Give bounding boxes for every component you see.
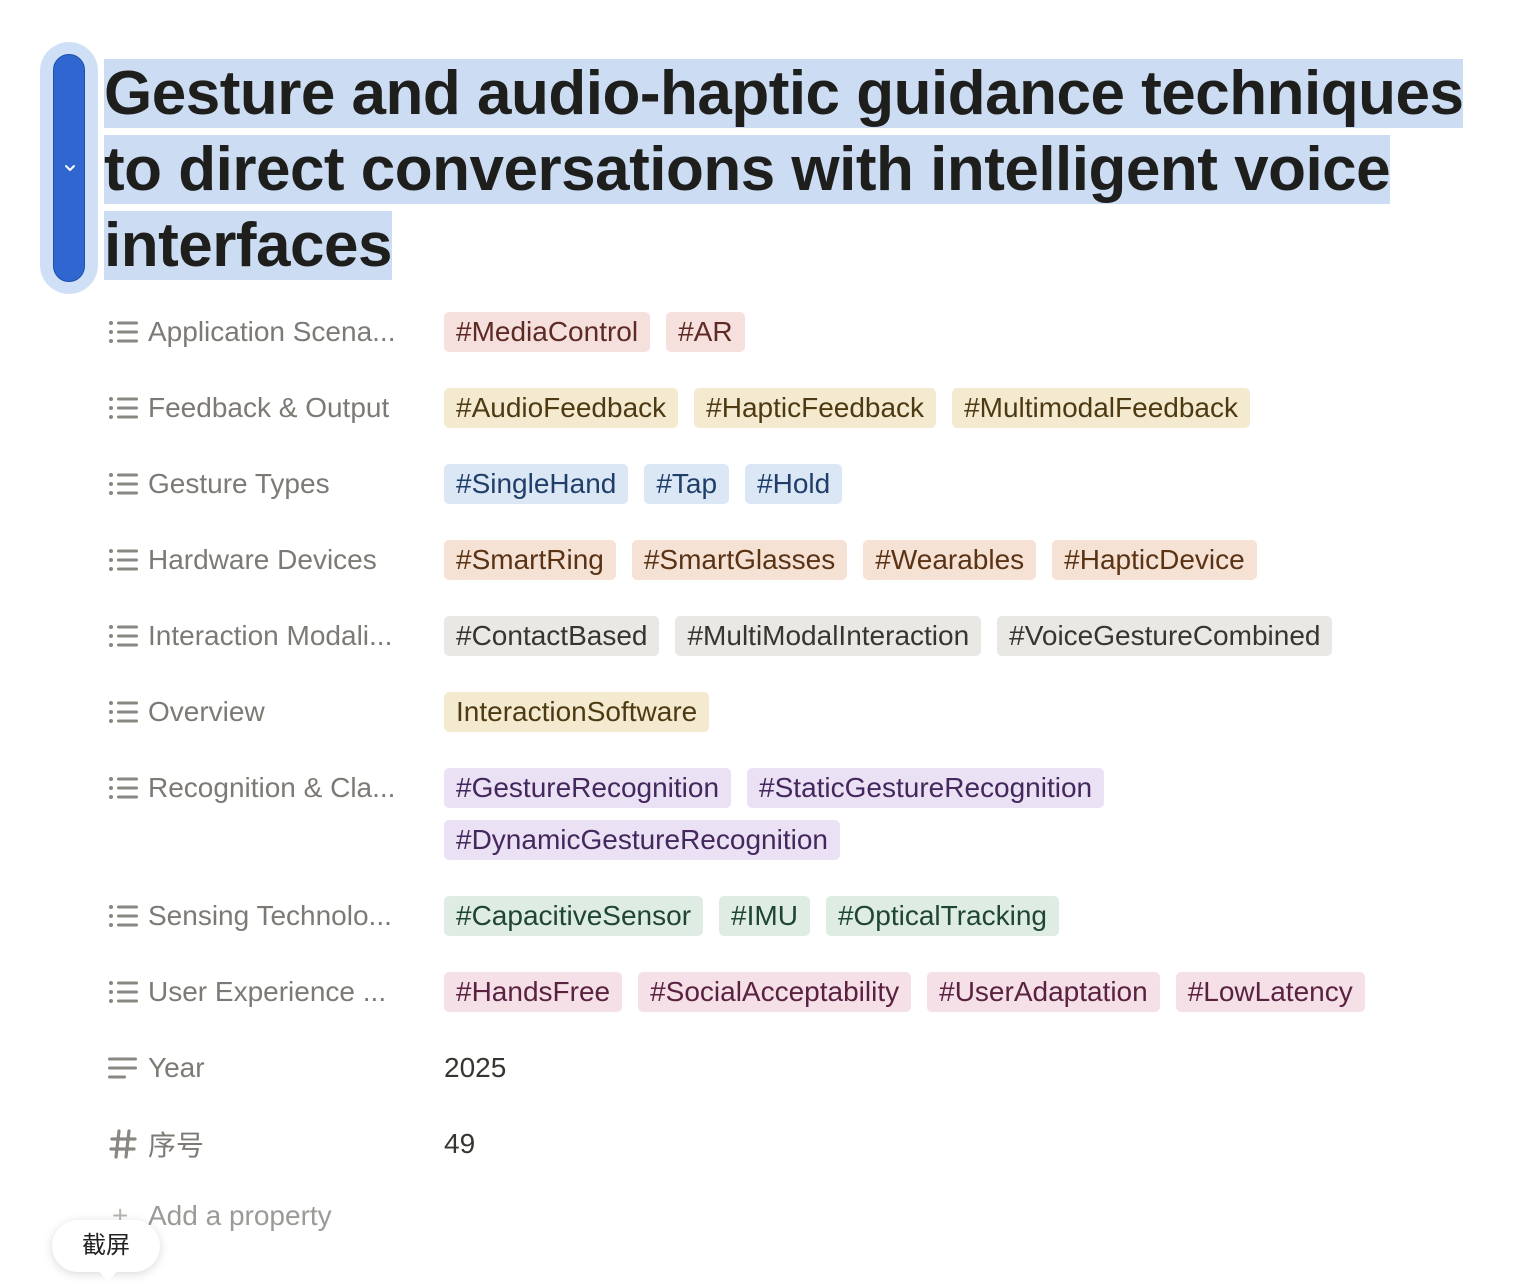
list-icon bbox=[106, 546, 140, 574]
property-label[interactable]: Overview bbox=[106, 692, 444, 732]
list-icon bbox=[106, 774, 140, 802]
properties-panel: Application Scena... #MediaControl #AR Feed… bbox=[106, 312, 1506, 1200]
tag-chip[interactable]: #SmartRing bbox=[444, 540, 616, 580]
tag-chip[interactable]: #Tap bbox=[644, 464, 730, 504]
tag-chip[interactable]: #LowLatency bbox=[1175, 972, 1365, 1012]
list-icon bbox=[106, 622, 140, 650]
tag-chip[interactable]: #AR bbox=[666, 312, 745, 352]
tag-chip[interactable]: #CapacitiveSensor bbox=[444, 896, 704, 936]
tag-chip[interactable]: #IMU bbox=[719, 896, 810, 936]
property-row[interactable]: User Experience ... #HandsFree #SocialAcce… bbox=[106, 972, 1506, 1012]
property-row[interactable]: Interaction Modali... #ContactBased #Multi… bbox=[106, 616, 1506, 656]
tag-chip[interactable]: #SingleHand bbox=[444, 464, 629, 504]
property-label[interactable]: 序号 bbox=[106, 1124, 444, 1164]
tag-chip[interactable]: #AudioFeedback bbox=[444, 388, 679, 428]
property-label[interactable]: Sensing Technolo... bbox=[106, 896, 444, 936]
tag-chip[interactable]: #HapticFeedback bbox=[694, 388, 937, 428]
property-values[interactable]: #MediaControl #AR bbox=[444, 312, 1444, 352]
list-icon bbox=[106, 470, 140, 498]
property-label-text: Gesture Types bbox=[148, 468, 330, 499]
tag-chip[interactable]: #SmartGlasses bbox=[631, 540, 848, 580]
text-lines-icon bbox=[106, 1054, 140, 1082]
property-row[interactable]: Recognition & Cla... #GestureRecognition #… bbox=[106, 768, 1506, 860]
property-value[interactable]: 49 bbox=[444, 1124, 475, 1164]
tag-chip[interactable]: #DynamicGestureRecognition bbox=[444, 820, 840, 860]
tag-chip[interactable]: #MediaControl bbox=[444, 312, 651, 352]
tag-chip[interactable]: #SocialAcceptability bbox=[638, 972, 912, 1012]
tag-chip[interactable]: #GestureRecognition bbox=[444, 768, 732, 808]
tag-chip[interactable]: #OpticalTracking bbox=[825, 896, 1059, 936]
chevron-down-icon bbox=[65, 165, 75, 171]
property-label[interactable]: Feedback & Output bbox=[106, 388, 444, 428]
property-label-text: Sensing Technolo... bbox=[148, 900, 392, 931]
property-row[interactable]: Application Scena... #MediaControl #AR bbox=[106, 312, 1506, 352]
property-values[interactable]: #SingleHand #Tap #Hold bbox=[444, 464, 1444, 504]
collapse-toggle[interactable] bbox=[53, 54, 85, 282]
tag-chip[interactable]: #Hold bbox=[745, 464, 843, 504]
tag-chip[interactable]: #MultimodalFeedback bbox=[952, 388, 1250, 428]
list-icon bbox=[106, 902, 140, 930]
property-label-text: 序号 bbox=[148, 1130, 205, 1161]
list-icon bbox=[106, 318, 140, 346]
tag-chip[interactable]: #MultiModalInteraction bbox=[675, 616, 982, 656]
property-label-text: Hardware Devices bbox=[148, 544, 377, 575]
property-values[interactable]: InteractionSoftware bbox=[444, 692, 1444, 732]
property-values[interactable]: #SmartRing #SmartGlasses #Wearables #Haptic… bbox=[444, 540, 1444, 580]
property-row[interactable]: Sensing Technolo... #CapacitiveSensor #IMU… bbox=[106, 896, 1506, 936]
property-row[interactable]: Overview InteractionSoftware bbox=[106, 692, 1506, 732]
property-label[interactable]: Application Scena... bbox=[106, 312, 444, 352]
page-title-text: Gesture and audio-haptic guidance techni… bbox=[104, 59, 1464, 280]
tag-chip[interactable]: #StaticGestureRecognition bbox=[747, 768, 1105, 808]
add-property-label: Add a property bbox=[148, 1200, 332, 1231]
tag-chip[interactable]: #HandsFree bbox=[444, 972, 623, 1012]
property-label-text: Overview bbox=[148, 696, 265, 727]
property-value[interactable]: 2025 bbox=[444, 1048, 506, 1088]
property-label[interactable]: Gesture Types bbox=[106, 464, 444, 504]
tag-chip[interactable]: InteractionSoftware bbox=[444, 692, 710, 732]
property-label-text: Recognition & Cla... bbox=[148, 772, 396, 803]
property-label-text: User Experience ... bbox=[148, 976, 387, 1007]
tag-chip[interactable]: #VoiceGestureCombined bbox=[997, 616, 1333, 656]
property-values[interactable]: 2025 bbox=[444, 1048, 1444, 1088]
tag-chip[interactable]: #HapticDevice bbox=[1052, 540, 1257, 580]
property-label[interactable]: Year bbox=[106, 1048, 444, 1088]
property-row[interactable]: Gesture Types #SingleHand #Tap #Hold bbox=[106, 464, 1506, 504]
tag-chip[interactable]: #UserAdaptation bbox=[927, 972, 1160, 1012]
property-label-text: Interaction Modali... bbox=[148, 620, 393, 651]
property-values[interactable]: #CapacitiveSensor #IMU #OpticalTracking bbox=[444, 896, 1444, 936]
property-row[interactable]: Feedback & Output #AudioFeedback #HapticFe… bbox=[106, 388, 1506, 428]
list-icon bbox=[106, 698, 140, 726]
property-label-text: Application Scena... bbox=[148, 316, 396, 347]
block-drag-handle[interactable] bbox=[40, 42, 98, 294]
property-label[interactable]: Hardware Devices bbox=[106, 540, 444, 580]
property-values[interactable]: #ContactBased #MultiModalInteraction #Voic… bbox=[444, 616, 1444, 656]
property-label-text: Year bbox=[148, 1052, 205, 1083]
property-values[interactable]: #HandsFree #SocialAcceptability #UserAdapt… bbox=[444, 972, 1444, 1012]
property-values[interactable]: #GestureRecognition #StaticGestureRecogni… bbox=[444, 768, 1444, 860]
property-label[interactable]: Interaction Modali... bbox=[106, 616, 444, 656]
tag-chip[interactable]: #Wearables bbox=[863, 540, 1037, 580]
screenshot-tooltip: 截屏 bbox=[52, 1220, 160, 1282]
list-icon bbox=[106, 394, 140, 422]
tag-chip[interactable]: #ContactBased bbox=[444, 616, 660, 656]
property-label-text: Feedback & Output bbox=[148, 392, 390, 423]
property-values[interactable]: #AudioFeedback #HapticFeedback #Multimodal… bbox=[444, 388, 1444, 428]
property-row[interactable]: Year 2025 bbox=[106, 1048, 1506, 1088]
property-row[interactable]: 序号 49 bbox=[106, 1124, 1506, 1164]
property-label[interactable]: Recognition & Cla... bbox=[106, 768, 444, 808]
page-title[interactable]: Gesture and audio-haptic guidance techni… bbox=[104, 56, 1520, 284]
list-icon bbox=[106, 978, 140, 1006]
hash-icon bbox=[106, 1129, 140, 1159]
property-label[interactable]: User Experience ... bbox=[106, 972, 444, 1012]
property-values[interactable]: 49 bbox=[444, 1124, 1444, 1164]
property-row[interactable]: Hardware Devices #SmartRing #SmartGlasses #… bbox=[106, 540, 1506, 580]
